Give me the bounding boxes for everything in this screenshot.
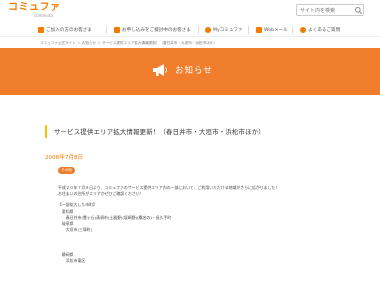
nav-divider — [248, 26, 249, 34]
nav-label: ご加入の方のお客さま — [46, 28, 92, 33]
nav-label: よくあるご質問 — [308, 28, 341, 33]
user-icon — [38, 27, 44, 33]
nav-divider — [292, 26, 293, 34]
question-icon — [300, 27, 306, 33]
search-icon[interactable] — [354, 6, 363, 15]
article-headline: サービス提供エリア拡大情報更新！（春日井市・大垣市・浜松市ほか） — [45, 125, 335, 138]
nav-label: Myコミュファ — [213, 28, 243, 33]
document-icon — [114, 27, 120, 33]
heart-icon — [205, 27, 211, 33]
nav-item-members[interactable]: ご加入の方のお客さま — [38, 23, 92, 37]
body-line: 浜松市東区 — [58, 258, 86, 264]
nav-item-faq[interactable]: よくあるご質問 — [300, 23, 340, 37]
site-search — [296, 4, 364, 16]
commufa-logo[interactable]: コミュファ commufa — [8, 2, 61, 18]
nav-item-prospects[interactable]: お申し込みをご検討中のお客さま — [114, 23, 191, 37]
nav-item-webmail[interactable]: Webメール — [256, 23, 288, 37]
article-date: 2008年7月8日 — [45, 155, 84, 161]
page-title: お知らせ — [175, 66, 213, 76]
logo-text: コミュファ — [8, 2, 61, 13]
page-banner: お知らせ — [0, 48, 380, 95]
mail-icon — [256, 27, 262, 33]
nav-item-my-commufa[interactable]: Myコミュファ — [205, 23, 243, 37]
article-body: 平成２０年７月８日より、コミュファのサービス提供エリア内の一部において、ご利用い… — [58, 185, 348, 264]
breadcrumb[interactable]: コミュファ公式サイト ＞ お知らせ ＞ サービス提供エリア拡大情報更新！（春日井… — [40, 41, 217, 46]
top-bar: コミュファ commufa — [0, 0, 380, 21]
nav-divider — [198, 26, 199, 34]
nav-divider — [106, 26, 107, 34]
megaphone-icon — [153, 64, 167, 76]
headline-text: サービス提供エリア拡大情報更新！（春日井市・大垣市・浜松市ほか） — [54, 128, 265, 136]
global-nav: ご加入の方のお客さま お申し込みをご検討中のお客さま Myコミュファ Webメー… — [0, 23, 380, 37]
nav-label: お申し込みをご検討中のお客さま — [122, 28, 191, 33]
nav-label: Webメール — [264, 28, 288, 33]
banner-heading: お知らせ — [152, 63, 213, 77]
search-input[interactable] — [298, 6, 352, 15]
category-badge: その他 — [58, 167, 75, 174]
logo-subtext: commufa — [34, 13, 53, 18]
